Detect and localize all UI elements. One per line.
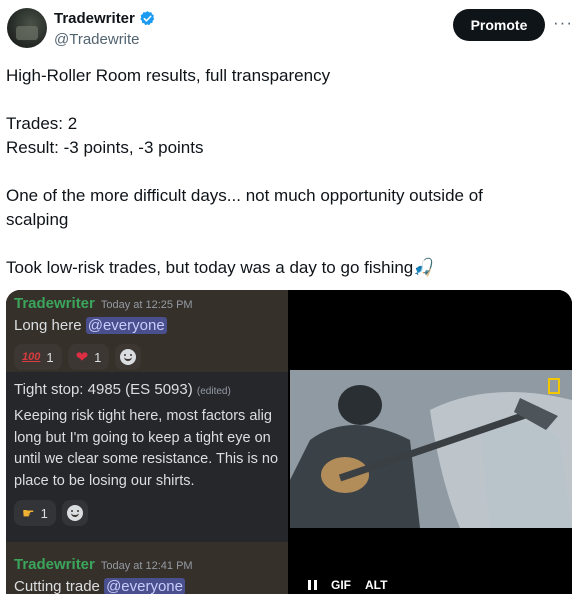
discord-timestamp: Today at 12:41 PM: [100, 560, 193, 572]
avatar[interactable]: [7, 8, 47, 48]
discord-text: Long here: [14, 317, 86, 334]
discord-message-header: Tradewriter Today at 12:41 PM: [14, 556, 193, 574]
discord-reactions: 100 1 ❤ 1: [14, 344, 142, 370]
author-handle[interactable]: @Tradewrite: [54, 31, 140, 48]
tweet-text: High-Roller Room results, full transpare…: [6, 64, 566, 280]
verified-badge-icon: [140, 11, 155, 26]
discord-mention: @everyone: [104, 578, 185, 594]
add-reaction-icon: [115, 344, 142, 370]
heart-icon: ❤: [75, 349, 89, 366]
author-name-row: Tradewriter: [54, 10, 156, 27]
alt-label[interactable]: ALT: [365, 578, 387, 592]
discord-mention: @everyone: [85, 317, 167, 334]
tweet-line: Result: -3 points, -3 points: [6, 138, 204, 157]
reaction-heart: ❤ 1: [67, 344, 110, 370]
reaction-count: 1: [94, 349, 102, 365]
discord-stop-text: Tight stop: 4985 (ES 5093) (edited): [14, 381, 231, 398]
paragraph-line: long but I'm going to keep a tight eye o…: [14, 429, 271, 446]
nat-geo-logo: [548, 378, 560, 394]
discord-message-text: Cutting trade @everyone: [14, 578, 185, 594]
discord-paragraph: Keeping risk tight here, most factors al…: [14, 406, 288, 492]
video-frame-image: [290, 370, 572, 528]
paragraph-line: until we clear some resistance. This is …: [14, 451, 279, 467]
media-grid: Tradewriter Today at 12:25 PM Long here @…: [6, 290, 572, 594]
stop-text: Tight stop: 4985 (ES 5093): [14, 381, 193, 398]
video-controls: GIF ALT: [308, 578, 387, 592]
discord-reactions-2: ☛ 1: [14, 500, 88, 526]
author-name[interactable]: Tradewriter: [54, 10, 135, 27]
fisherman-illustration: [290, 370, 572, 528]
tweet-line: Took low-risk trades, but today was a da…: [6, 258, 435, 277]
paragraph-line: place to be losing our shirts.: [14, 472, 195, 489]
pointing-hand-icon: ☛: [22, 504, 35, 521]
reaction-count: 1: [40, 505, 48, 521]
pause-icon[interactable]: [308, 580, 317, 590]
discord-message-text: Long here @everyone: [14, 317, 167, 334]
discord-timestamp: Today at 12:25 PM: [100, 299, 193, 311]
reaction-pointing-hand: ☛ 1: [14, 500, 56, 526]
reaction-hundred: 100 1: [14, 344, 62, 370]
tweet-line: Trades: 2: [6, 114, 78, 133]
tweet-line: High-Roller Room results, full transpare…: [6, 66, 331, 85]
gif-video[interactable]: GIF ALT: [290, 290, 572, 594]
add-reaction-icon: [61, 500, 88, 526]
discord-screenshot-image[interactable]: Tradewriter Today at 12:25 PM Long here @…: [6, 290, 288, 594]
edited-label: (edited): [196, 386, 231, 397]
hundred-points-icon: 100: [22, 351, 41, 363]
paragraph-line: Keeping risk tight here, most factors al…: [14, 408, 272, 424]
discord-text: Cutting trade: [14, 578, 105, 594]
more-options-icon[interactable]: ···: [553, 13, 573, 33]
gif-label: GIF: [331, 578, 351, 592]
discord-message-header: Tradewriter Today at 12:25 PM: [14, 295, 193, 313]
discord-author: Tradewriter: [14, 556, 95, 573]
tweet-line: One of the more difficult days... not mu…: [6, 186, 483, 205]
promote-button[interactable]: Promote: [453, 9, 545, 41]
reaction-count: 1: [46, 349, 54, 365]
discord-author: Tradewriter: [14, 295, 95, 312]
tweet-line: scalping: [6, 210, 69, 229]
